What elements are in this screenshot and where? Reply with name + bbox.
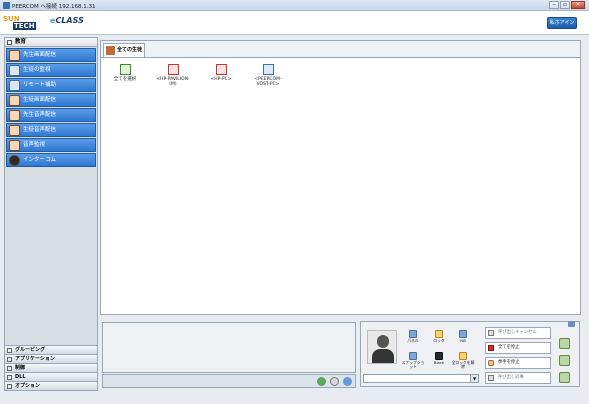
app-header: SUN TECH eCLASS 私ホアイン — [0, 11, 589, 35]
tab-bar: 全ての生徒 — [101, 41, 580, 58]
close-button[interactable]: ✕ — [571, 1, 585, 9]
audio-monitor-icon — [9, 140, 20, 151]
monitor-icon — [9, 65, 20, 76]
expand-icon — [7, 348, 12, 353]
pin-icon[interactable] — [568, 321, 575, 327]
sidebar-bottom-sections: グルーピング アプリケーション 制御 DLL オプション — [5, 345, 97, 390]
sidebar-section-dll[interactable]: DLL — [5, 372, 97, 381]
suntech-logo: SUN TECH — [3, 15, 36, 30]
user-group-icon[interactable] — [559, 338, 570, 349]
sidebar-section-grouping[interactable]: グルーピング — [5, 345, 97, 354]
student-audio-icon — [9, 125, 20, 136]
chevron-down-icon: ▼ — [470, 375, 478, 382]
students-icon — [106, 46, 115, 55]
window-title: PEERCOM へ接続 192.168.1.31 — [12, 4, 96, 10]
student-screen-icon — [9, 95, 20, 106]
call-answer-icon — [488, 375, 494, 381]
app-icon — [3, 2, 10, 9]
group-select[interactable]: ▼ — [363, 374, 479, 383]
computer-offline-icon — [215, 64, 227, 75]
sidebar-section-education[interactable]: 教育 — [5, 38, 97, 47]
computer-online-icon — [262, 64, 274, 75]
snapshot-button[interactable]: スナップショット — [401, 352, 425, 369]
intercom-icon — [9, 155, 20, 166]
select-all-icon — [119, 64, 131, 75]
expand-icon — [7, 375, 12, 380]
sidebar-item-student-audio[interactable]: 生徒音声配信 — [6, 123, 96, 137]
stop-all-button[interactable]: 全てを停止 — [485, 342, 551, 354]
sidebar-item-audio-monitor[interactable]: 音声監視 — [6, 138, 96, 152]
nb-icon — [459, 330, 467, 338]
collapse-icon — [7, 40, 12, 45]
user-group-icon[interactable] — [559, 372, 570, 383]
refresh-icon[interactable] — [330, 377, 339, 386]
stop-icon — [488, 345, 494, 351]
sidebar-item-intercom[interactable]: インターコム — [6, 153, 96, 167]
teacher-audio-icon — [9, 110, 20, 121]
sidebar-item-remote-assist[interactable]: リモート補助 — [6, 78, 96, 92]
lock-icon — [435, 330, 443, 338]
teacher-avatar — [367, 330, 397, 364]
sidebar-item-teacher-audio[interactable]: 先生音声配信 — [6, 108, 96, 122]
cancel-call-button[interactable]: 呼び出しキャンセル — [485, 327, 551, 339]
lock-button[interactable]: ロック — [427, 330, 451, 343]
computer-offline-icon — [167, 64, 179, 75]
student-panel: 全ての生徒 全てを選択 <HP-PAVILION-(M) <HP-PC> <PE… — [100, 40, 581, 315]
answer-call-button[interactable]: 呼び出し返事 — [485, 372, 551, 384]
window-controls: ‒ ▫ ✕ — [549, 1, 585, 9]
preview-toolbar — [102, 374, 356, 388]
unlock-icon — [459, 352, 467, 360]
tab-all-students[interactable]: 全ての生徒 — [103, 43, 145, 57]
sidebar-section-application[interactable]: アプリケーション — [5, 354, 97, 363]
sidebar-item-student-monitor[interactable]: 生徒の監視 — [6, 63, 96, 77]
black-screen-icon — [435, 352, 443, 360]
sidebar-section-options[interactable]: オプション — [5, 381, 97, 390]
sidebar: 教育 先生画面配信 生徒の監視 リモート補助 生徒画面配信 先生音声配信 生徒音… — [4, 37, 98, 391]
sidebar-section-control[interactable]: 制御 — [5, 363, 97, 372]
preview-area — [102, 322, 356, 373]
settings-icon[interactable] — [343, 377, 352, 386]
eclass-logo: eCLASS — [50, 16, 84, 25]
control-panel: パネル ロック NB スナップショット Black 全ロックを解除 ▼ 呼び出し… — [360, 321, 580, 387]
sidebar-item-student-broadcast[interactable]: 生徒画面配信 — [6, 93, 96, 107]
nb-button[interactable]: NB — [451, 330, 475, 343]
expand-icon — [7, 384, 12, 389]
panel-icon — [409, 330, 417, 338]
student-select-all[interactable]: 全てを選択 — [107, 64, 143, 82]
student-item[interactable]: <HP-PAVILION-(M) — [155, 64, 191, 87]
unlock-all-button[interactable]: 全ロックを解除 — [451, 352, 475, 369]
student-item[interactable]: <PEERCOM-VOST-PC> — [250, 64, 286, 87]
camera-icon — [409, 352, 417, 360]
user-group-icon[interactable] — [559, 355, 570, 366]
maximize-button[interactable]: ▫ — [560, 1, 570, 9]
teacher-icon — [9, 50, 20, 61]
remote-icon — [9, 80, 20, 91]
panel-button[interactable]: パネル — [401, 330, 425, 343]
expand-icon — [7, 366, 12, 371]
window-titlebar: PEERCOM へ接続 192.168.1.31 ‒ ▫ ✕ — [0, 0, 589, 11]
minimize-button[interactable]: ‒ — [549, 1, 559, 9]
black-screen-button[interactable]: Black — [427, 352, 451, 365]
add-icon[interactable] — [317, 377, 326, 386]
stop-hand-raise-button[interactable]: 挙手を停止 — [485, 357, 551, 369]
call-cancel-icon — [488, 330, 494, 336]
sidebar-item-teacher-broadcast[interactable]: 先生画面配信 — [6, 48, 96, 62]
signin-button[interactable]: 私ホアイン — [547, 17, 577, 29]
expand-icon — [7, 357, 12, 362]
raise-hand-icon — [488, 360, 494, 366]
student-item[interactable]: <HP-PC> — [203, 64, 239, 82]
